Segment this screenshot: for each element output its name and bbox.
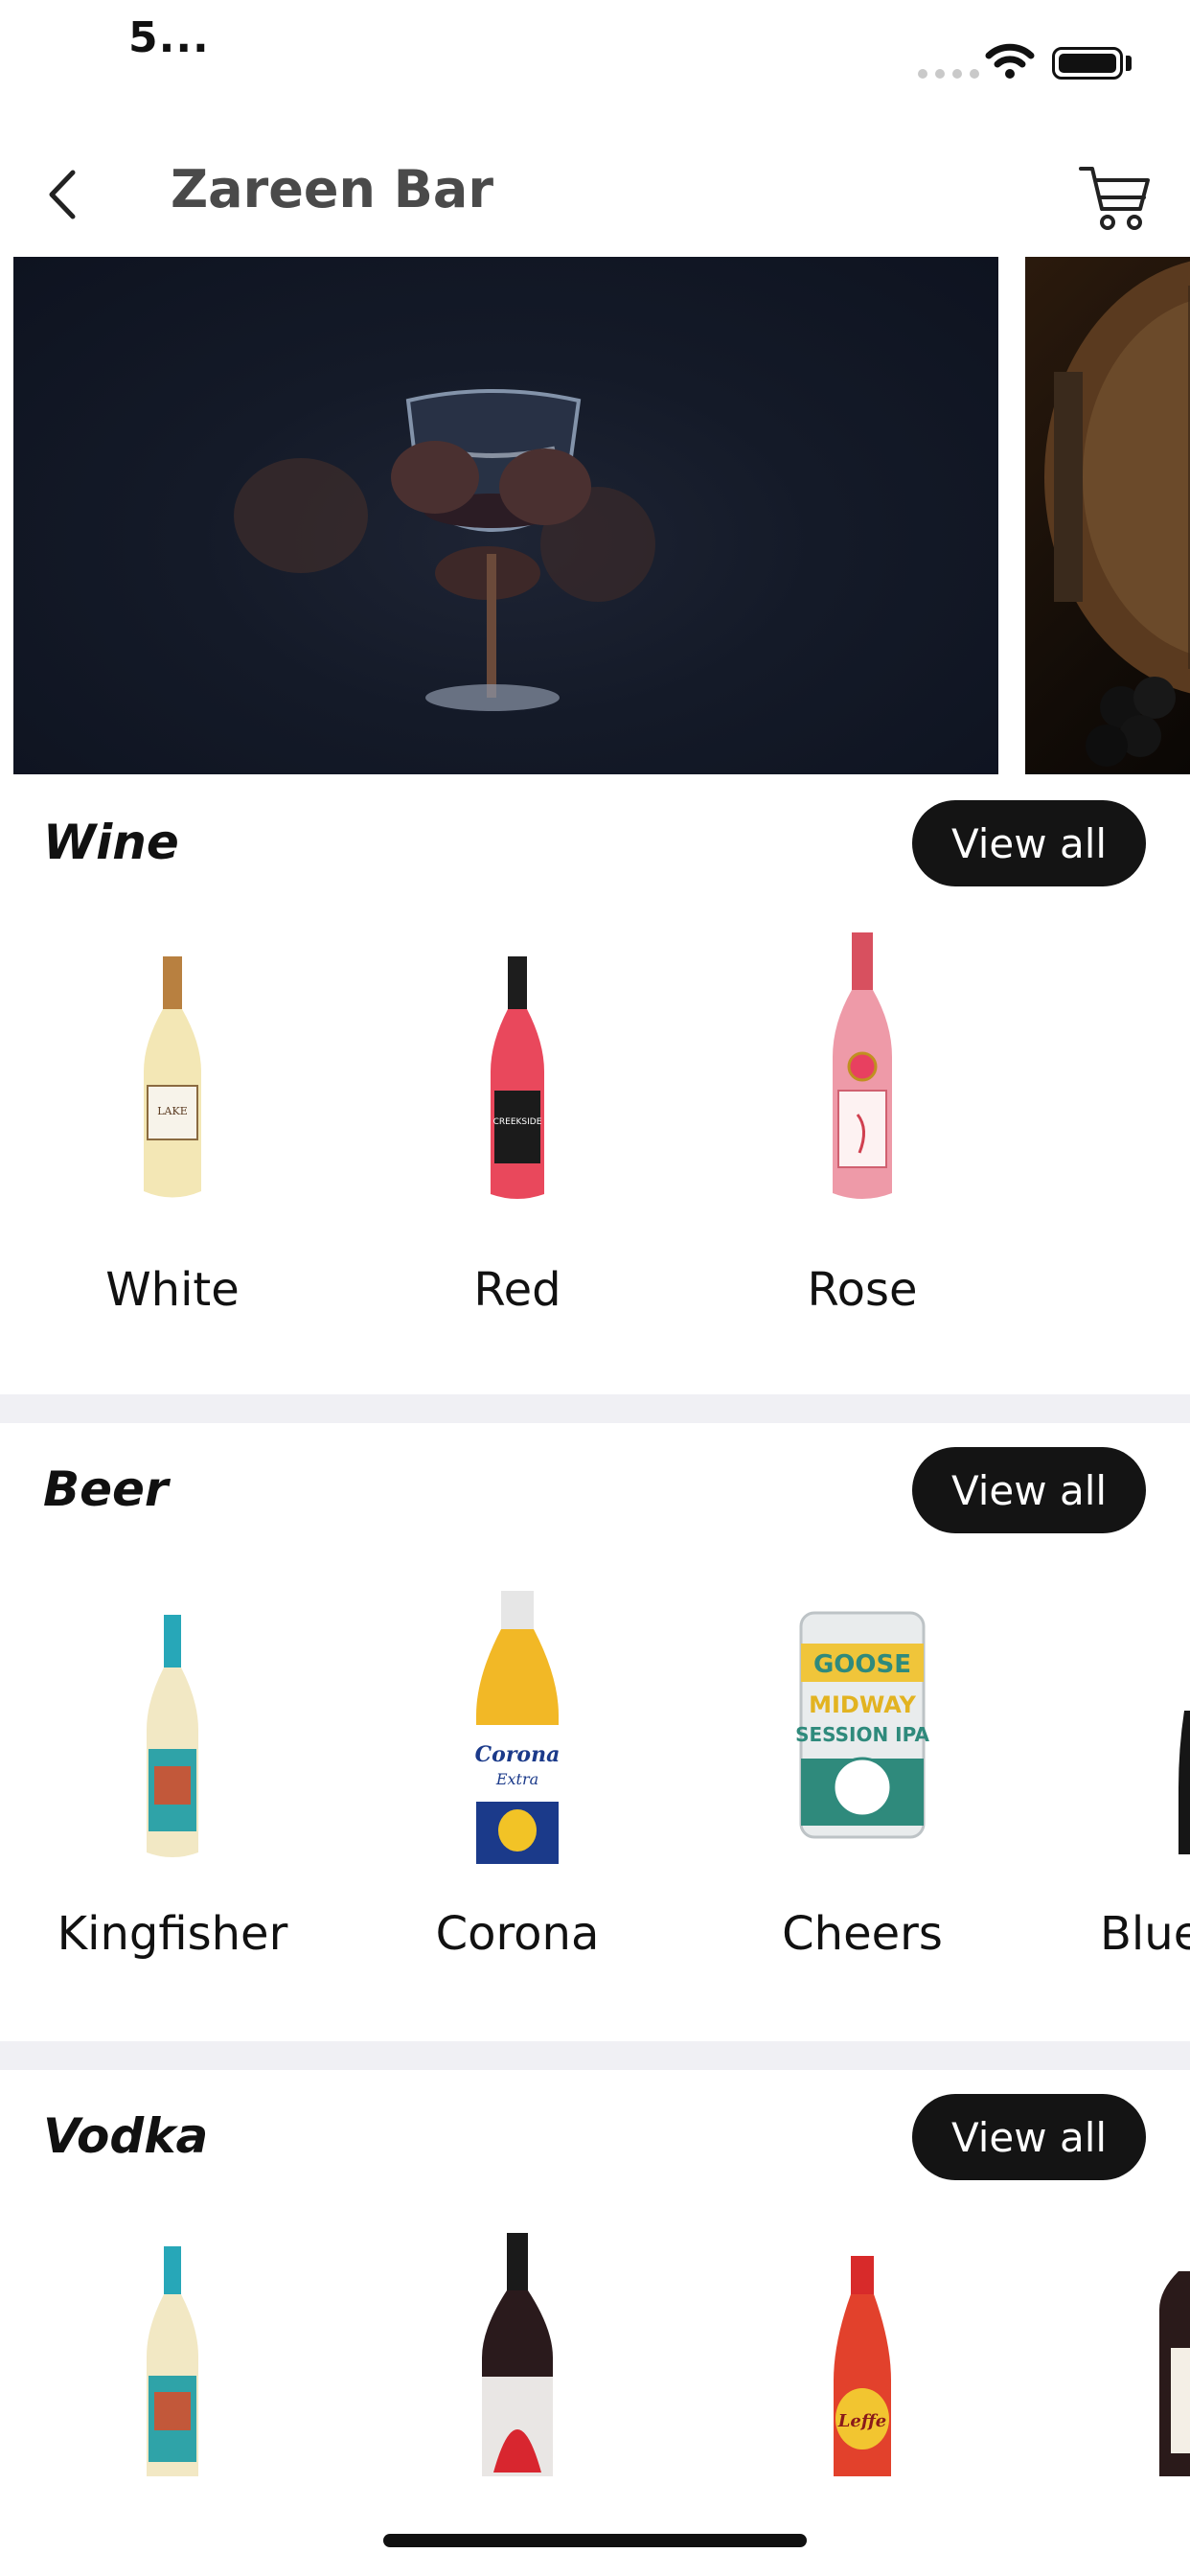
beer-view-all-button[interactable]: View all	[912, 1447, 1146, 1533]
section-title: Beer	[43, 1461, 169, 1517]
header: Zareen Bar	[0, 104, 1190, 257]
wine-view-all-button[interactable]: View all	[912, 800, 1146, 886]
page-title: Zareen Bar	[171, 159, 493, 219]
rose-wine-bottle-image	[690, 918, 1035, 1206]
banner-slide-wine-barrel[interactable]	[1025, 257, 1190, 774]
product-label: Blue	[1100, 1907, 1190, 1961]
section-divider	[0, 2041, 1190, 2070]
banner-slide-wine-glass[interactable]	[13, 257, 998, 774]
product-label: Corona	[435, 1907, 600, 1961]
vodka-bottle-2-image	[345, 2233, 690, 2476]
battery-icon	[1052, 47, 1123, 80]
product-label: Red	[473, 1263, 561, 1317]
cart-icon[interactable]	[1077, 159, 1154, 236]
product-label: Kingfisher	[57, 1907, 288, 1961]
screen: 5... Zareen Bar Wine View all LAKE White…	[0, 0, 1190, 2576]
status-time: 5...	[128, 13, 210, 62]
vodka-bottle-4-image	[1035, 2233, 1190, 2476]
product-label: Rose	[807, 1263, 918, 1317]
product-label: Cheers	[782, 1907, 943, 1961]
banner-carousel[interactable]	[0, 257, 1190, 774]
vodka-view-all-button[interactable]: View all	[912, 2094, 1146, 2180]
section-title: Wine	[43, 815, 179, 870]
wine-glass-image	[234, 389, 655, 711]
vodka-bottle-3-image: Leffe	[690, 2233, 1035, 2476]
wine-barrel-image	[1044, 261, 1190, 767]
svg-text:Corona: Corona	[475, 1742, 561, 1767]
wifi-icon	[985, 43, 1035, 79]
beer-section: Beer View all Kingfisher Corona Extra Co…	[0, 1423, 1190, 2041]
red-wine-bottle-image: CREEKSIDE	[345, 918, 690, 1206]
svg-text:Leffe: Leffe	[837, 2411, 886, 2431]
vodka-bottle-1-image	[0, 2233, 345, 2476]
product-label: White	[105, 1263, 240, 1317]
section-title: Vodka	[43, 2108, 209, 2164]
cellular-signal-icon	[918, 69, 979, 79]
kingfisher-bottle-image	[0, 1576, 345, 1864]
home-indicator[interactable]	[383, 2534, 807, 2547]
svg-text:MIDWAY: MIDWAY	[809, 1691, 916, 1718]
svg-text:SESSION IPA: SESSION IPA	[795, 1723, 929, 1746]
section-divider	[0, 1394, 1190, 1423]
blue-bottle-image	[1035, 1576, 1190, 1864]
svg-text:CREEKSIDE: CREEKSIDE	[493, 1117, 542, 1127]
vodka-section: Vodka View all Leffe	[0, 2070, 1190, 2576]
svg-text:LAKE: LAKE	[157, 1105, 188, 1117]
wine-section: Wine View all LAKE White CREEKSIDE Red R…	[0, 774, 1190, 1394]
svg-text:GOOSE: GOOSE	[813, 1650, 911, 1679]
battery-nub	[1126, 56, 1132, 71]
goose-island-can-image: GOOSE MIDWAY SESSION IPA	[690, 1576, 1035, 1845]
white-wine-bottle-image: LAKE	[0, 918, 345, 1206]
corona-bottle-image: Corona Extra	[345, 1576, 690, 1864]
status-bar: 5...	[0, 0, 1190, 104]
back-icon[interactable]	[38, 161, 86, 228]
svg-text:Extra: Extra	[495, 1770, 538, 1788]
